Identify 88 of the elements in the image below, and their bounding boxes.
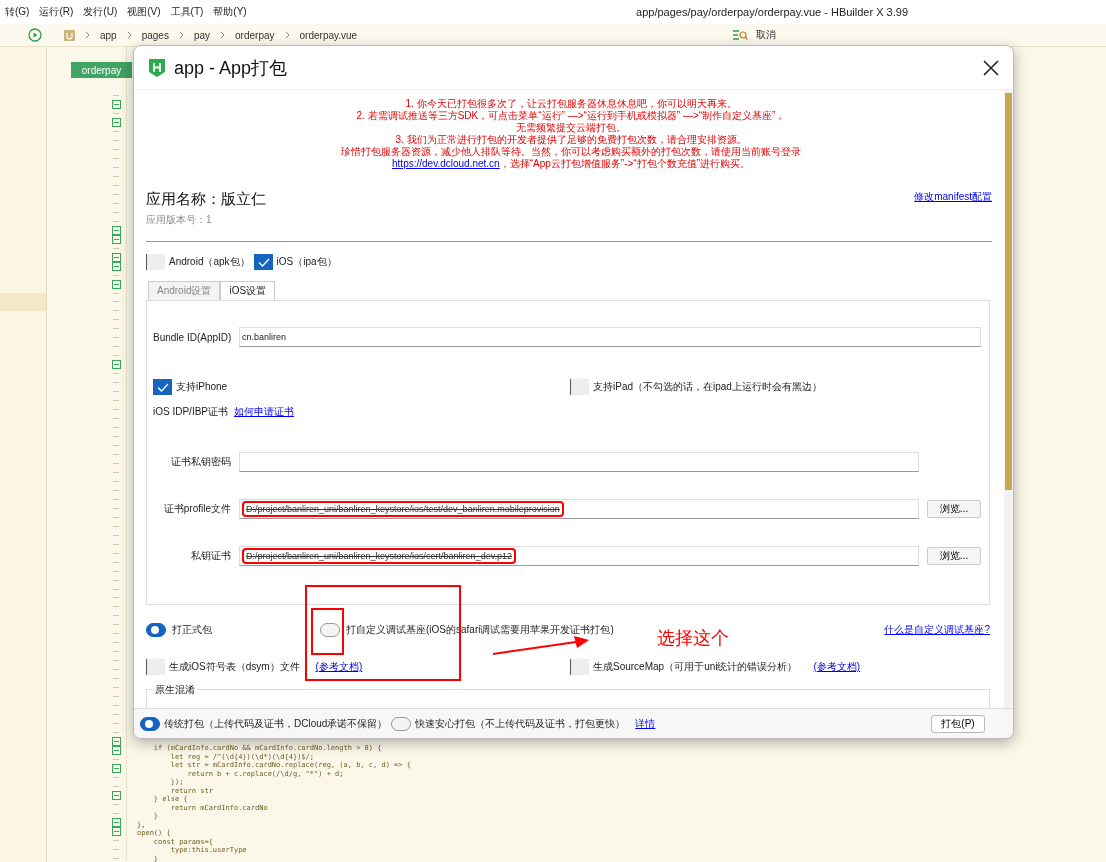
option-label: 快速安心打包（不上传代码及证书，打包更快） xyxy=(415,716,626,731)
checkbox[interactable] xyxy=(570,379,589,395)
tab[interactable]: iOS设置 xyxy=(220,281,276,300)
fold-icon[interactable] xyxy=(111,817,121,827)
checkbox-label: 支持iPad（不勾选的话，在ipad上运行时会有黑边） xyxy=(593,380,822,394)
breadcrumb-item[interactable]: orderpay.vue xyxy=(299,29,358,41)
help-link[interactable]: 什么是自定义调试基座? xyxy=(884,623,990,637)
fold-icon[interactable] xyxy=(111,117,121,127)
annotation-label: 选择这个 xyxy=(657,627,729,650)
checkbox[interactable] xyxy=(153,379,172,395)
chevron-icon xyxy=(220,31,226,39)
field-label: 私钥证书 xyxy=(190,549,231,563)
menu-item[interactable]: 工具(T) xyxy=(165,5,209,19)
option-label: 打正式包 xyxy=(172,623,212,637)
breadcrumb-item[interactable]: orderpay xyxy=(235,29,275,41)
app-version: 应用版本号：1 xyxy=(146,213,213,227)
list-search-icon[interactable] xyxy=(732,29,748,41)
input-field[interactable] xyxy=(239,452,919,472)
notice-line: 3. 我们为正常进行打包的开发者提供了足够的免费打包次数，请合理安排资源。 xyxy=(394,134,748,146)
browse-button[interactable]: 浏览... xyxy=(927,547,981,565)
details-link[interactable]: 详情 xyxy=(635,716,656,731)
folder-icon xyxy=(64,29,75,41)
cancel-button[interactable]: 取消 xyxy=(756,28,776,42)
checkbox[interactable] xyxy=(146,254,165,270)
checkbox-label: Android（apk包） xyxy=(169,255,250,269)
toggle-switch[interactable] xyxy=(140,716,160,731)
fold-icon[interactable] xyxy=(111,261,121,271)
fold-icon[interactable] xyxy=(111,826,121,836)
menu-item[interactable]: 转(G) xyxy=(0,5,35,19)
breadcrumb-item[interactable]: app xyxy=(100,29,117,41)
field-label: 证书profile文件 xyxy=(162,502,231,516)
checkbox[interactable] xyxy=(570,659,589,675)
menu-item[interactable]: 运行(R) xyxy=(34,5,79,19)
notice-line: 无需频繁提交云端打包。 xyxy=(515,122,627,134)
fold-icon[interactable] xyxy=(111,234,121,244)
fold-icon[interactable] xyxy=(111,763,121,773)
field-label: Bundle ID(AppID) xyxy=(153,331,231,343)
fold-icon[interactable] xyxy=(111,737,121,746)
fold-icon[interactable] xyxy=(111,360,121,370)
fold-icon[interactable] xyxy=(111,746,121,755)
app-name: 应用名称：版立仁 xyxy=(146,190,266,209)
dialog-title: app - App打包 xyxy=(174,56,288,80)
group-legend: 原生混淆 xyxy=(153,683,197,697)
fold-icon[interactable] xyxy=(111,252,121,262)
chevron-icon xyxy=(85,31,90,39)
input-field[interactable]: cn.banliren xyxy=(239,327,981,347)
input-field[interactable]: D:/project/banliren_uni/banliren_keystore/ios/cert/banliren_dev.p12 xyxy=(239,546,919,566)
fold-icon[interactable] xyxy=(111,790,121,800)
checkbox-label: 生成iOS符号表（dsym）文件 xyxy=(169,660,300,674)
chevron-icon xyxy=(284,31,290,39)
option-label: 传统打包（上传代码及证书，DCloud承诺不保留） xyxy=(164,716,388,731)
menu-item[interactable]: 帮助(Y) xyxy=(208,5,252,19)
chevron-icon xyxy=(126,31,132,39)
toggle-switch[interactable] xyxy=(146,623,166,637)
dcloud-link[interactable]: https://dev.dcloud.net.cn xyxy=(392,158,500,169)
checkbox-label: 生成SourceMap（可用于uni统计的错误分析） xyxy=(593,660,798,674)
fold-icon[interactable] xyxy=(111,99,121,109)
run-icon[interactable] xyxy=(28,28,42,42)
input-field[interactable]: D:/project/banliren_uni/banliren_keystore/ios/test/dev_banliren.mobileprovision xyxy=(239,499,919,519)
notice-line: 2. 若需调试推送等三方SDK，可点击菜单“运行” —>“运行到手机或模拟器” —>“制作自定义基座”， xyxy=(355,110,787,122)
pack-button[interactable]: 打包(P) xyxy=(931,714,985,733)
field-label: 证书私钥密码 xyxy=(170,455,231,469)
notice-line: 1. 你今天已打包很多次了，让云打包服务器休息休息吧，你可以明天再来。 xyxy=(404,98,738,110)
notice-line: 珍惜打包服务器资源，减少他人排队等待。当然，你可以考虑购买额外的打包次数，请使用当前账号登录 xyxy=(340,146,802,158)
docs-link[interactable]: (参考文档) xyxy=(813,660,861,674)
browse-button[interactable]: 浏览... xyxy=(927,500,981,518)
chevron-icon xyxy=(178,31,184,39)
menu-item[interactable]: 视图(V) xyxy=(122,5,166,19)
notice-line: https://dev.dcloud.net.cn，选择“App云打包增值服务”->“打包个数充值”进行购买。 xyxy=(391,158,751,170)
checkbox-label: 支持iPhone xyxy=(176,380,228,394)
checkbox-label: iOS（ipa包） xyxy=(276,255,337,269)
checkbox[interactable] xyxy=(146,659,165,675)
selected-row-highlight xyxy=(0,293,46,311)
manifest-link[interactable]: 修改manifest配置 xyxy=(914,190,992,204)
help-link[interactable]: 如何申请证书 xyxy=(234,405,294,419)
checkbox[interactable] xyxy=(253,254,273,270)
window-title: app/pages/pay/orderpay/orderpay.vue - HBuilder X 3.99 xyxy=(636,6,909,18)
radio-toggle[interactable] xyxy=(391,716,412,731)
breadcrumb-item[interactable]: pages xyxy=(141,29,169,41)
field-label: iOS IDP/IBP证书 xyxy=(153,405,228,419)
fold-icon[interactable] xyxy=(111,225,121,235)
docs-link[interactable]: (参考文档) xyxy=(315,660,363,674)
menu-item[interactable]: 发行(U) xyxy=(78,5,123,19)
breadcrumb-item[interactable]: pay xyxy=(193,29,211,41)
app-logo-icon xyxy=(148,57,166,78)
close-icon[interactable] xyxy=(983,59,999,76)
radio-toggle[interactable] xyxy=(320,623,340,637)
fold-icon[interactable] xyxy=(111,279,121,289)
